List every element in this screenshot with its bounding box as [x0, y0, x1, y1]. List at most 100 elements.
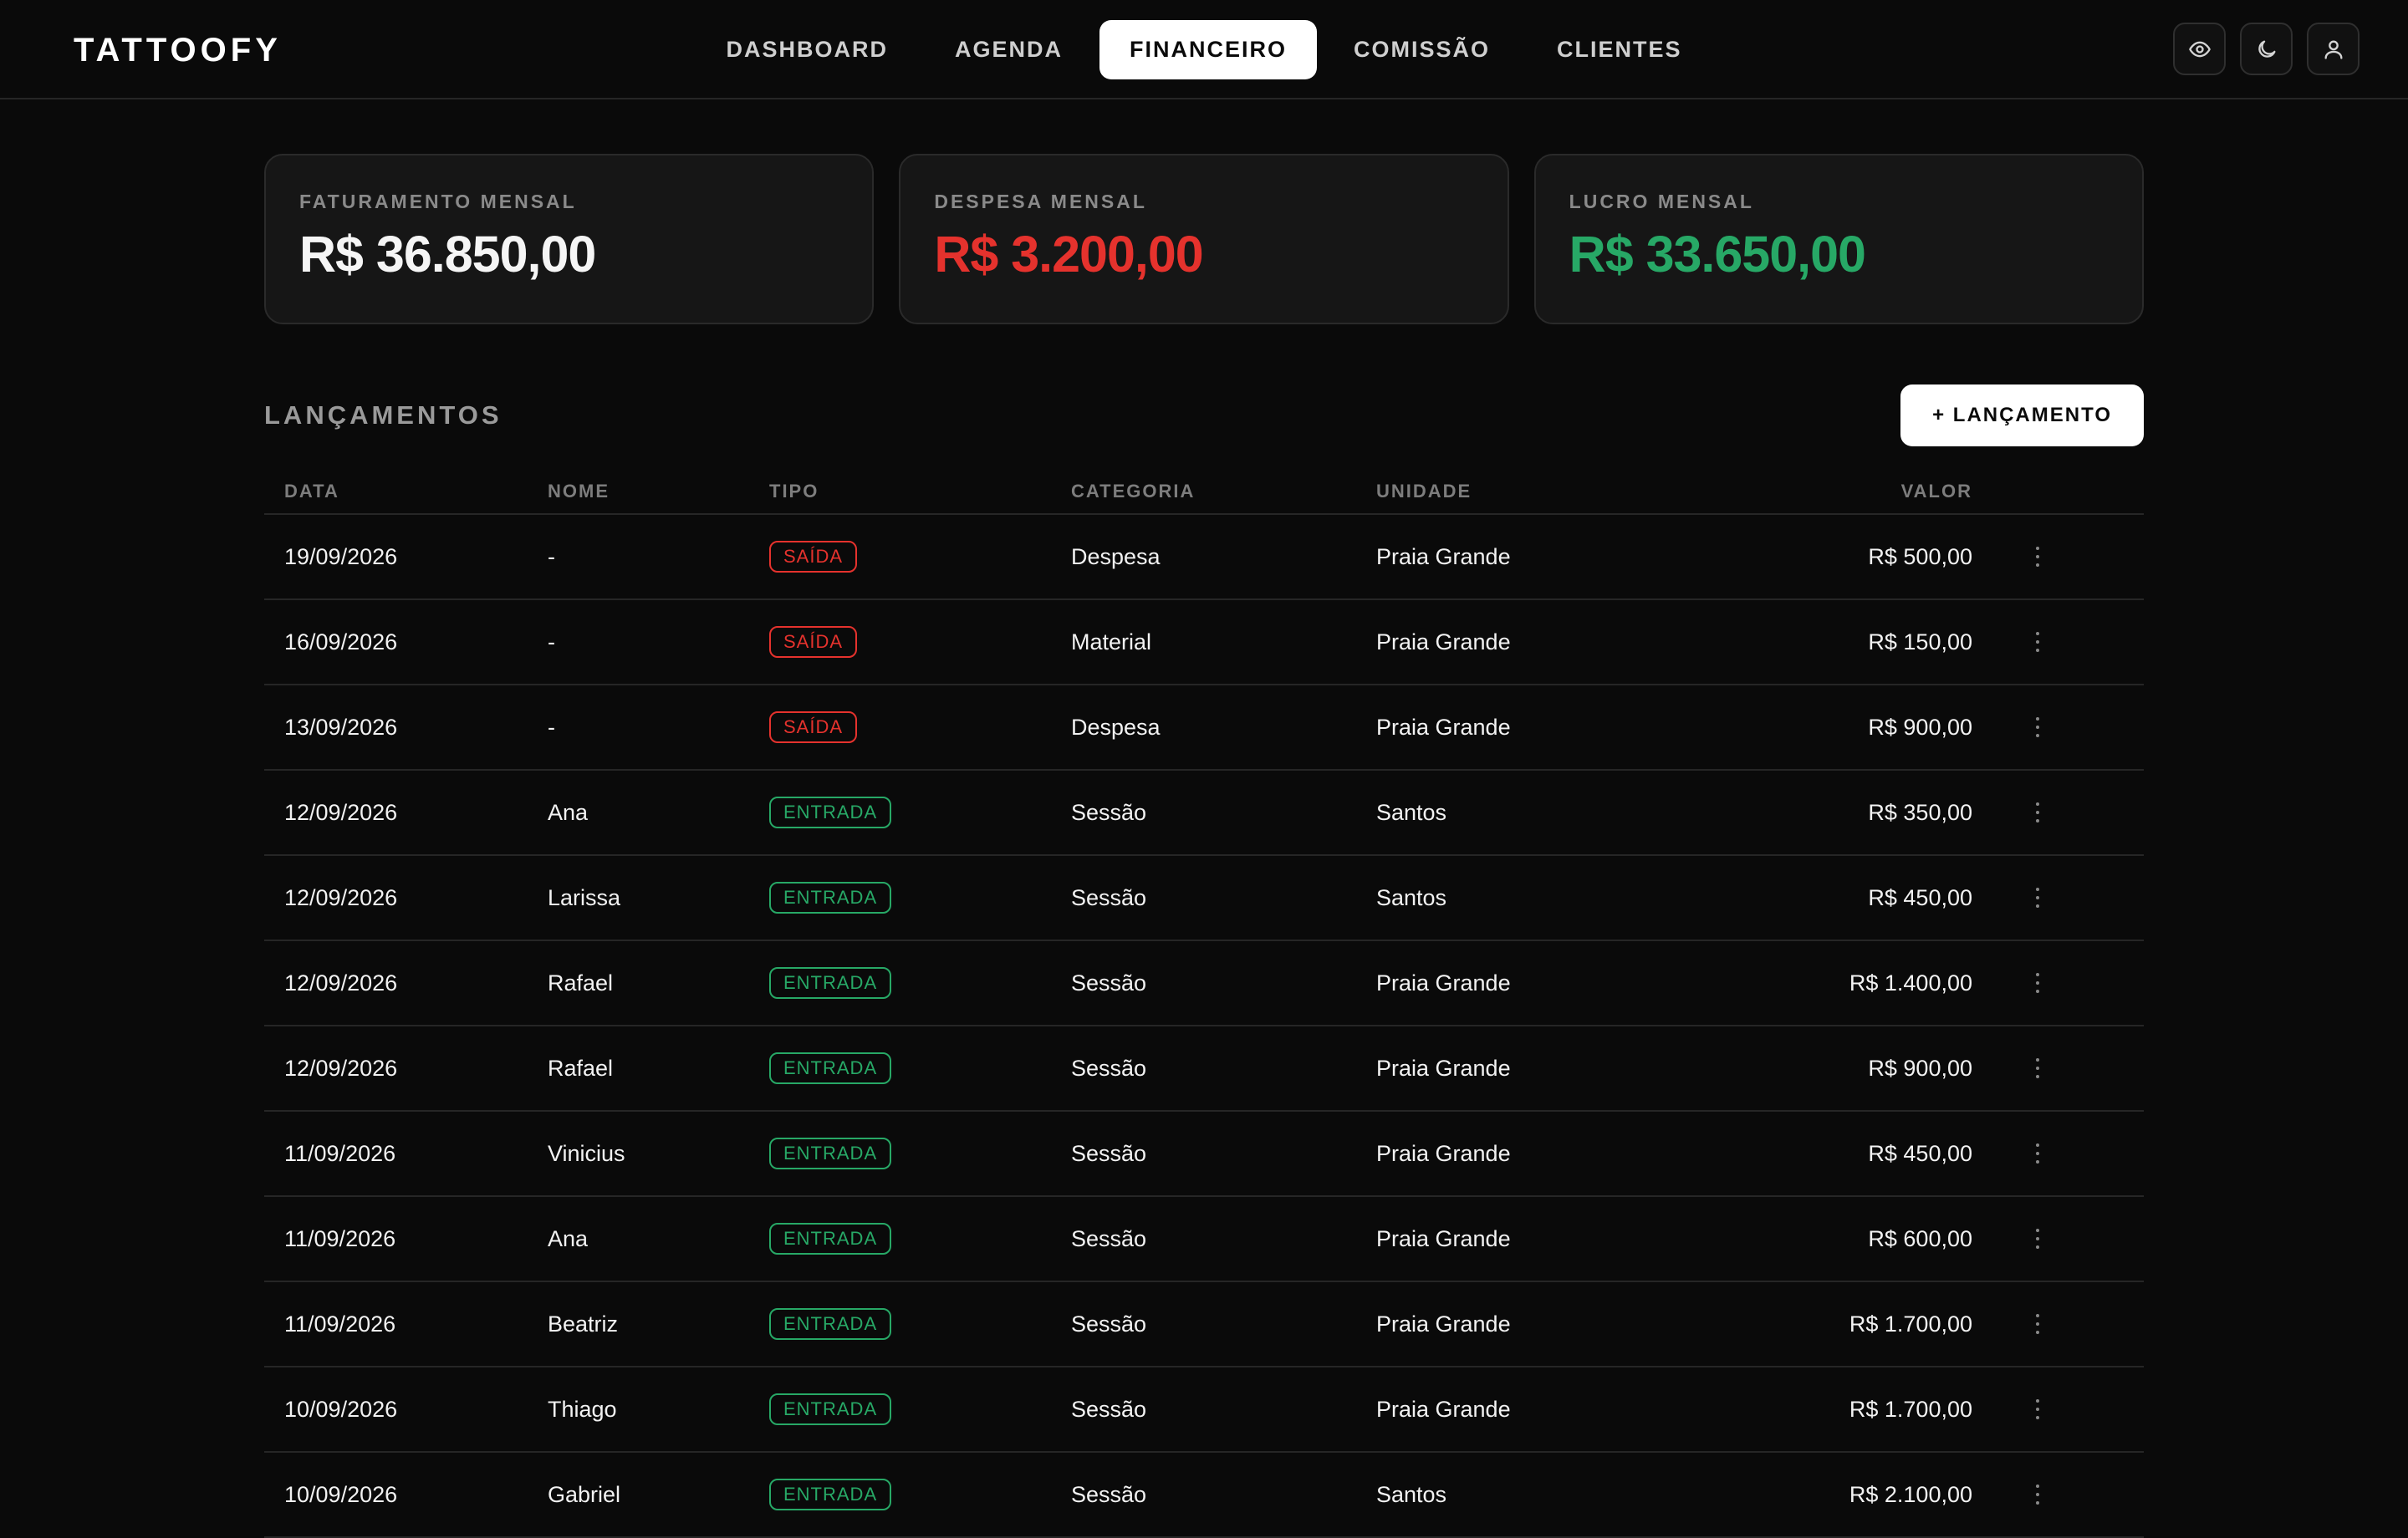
type-badge: ENTRADA [769, 1308, 892, 1340]
type-badge: ENTRADA [769, 1393, 892, 1425]
cell-actions [1972, 1481, 2144, 1508]
cell-unit: Santos [1376, 884, 1447, 910]
table-row[interactable]: 12/09/2026 Rafael ENTRADA Sessão Praia Grand… [264, 941, 2144, 1026]
more-options-icon[interactable] [2029, 543, 2046, 570]
cell-type: ENTRADA [769, 1138, 1071, 1169]
nav-agenda[interactable]: AGENDA [925, 20, 1093, 79]
more-options-icon[interactable] [2029, 1225, 2046, 1252]
revenue-card: FATURAMENTO MENSAL R$ 36.850,00 [264, 154, 875, 324]
revenue-label: FATURAMENTO MENSAL [299, 191, 577, 212]
cell-value: R$ 450,00 [1868, 884, 1972, 910]
cell-value: R$ 1.400,00 [1849, 970, 1972, 996]
more-options-icon[interactable] [2029, 629, 2046, 655]
table-body: 19/09/2026 - SAÍDA Despesa Praia Grande R$ 50… [264, 515, 2144, 1538]
cell-actions [1972, 543, 2144, 570]
cell-type: ENTRADA [769, 797, 1071, 828]
cell-name: Vinicius [548, 1140, 625, 1166]
type-badge: SAÍDA [769, 626, 858, 658]
user-icon [2324, 40, 2342, 59]
visibility-toggle-button[interactable] [2173, 23, 2226, 75]
table-row[interactable]: 11/09/2026 Vinicius ENTRADA Sessão Praia Gra… [264, 1112, 2144, 1197]
more-options-icon[interactable] [2029, 1481, 2046, 1508]
table-row[interactable]: 12/09/2026 Ana ENTRADA Sessão Santos R$ 350,0… [264, 771, 2144, 856]
cell-name: Gabriel [548, 1481, 621, 1507]
more-options-icon[interactable] [2029, 1140, 2046, 1167]
cell-category: Sessão [1071, 799, 1147, 825]
type-badge: ENTRADA [769, 1479, 892, 1510]
type-badge: ENTRADA [769, 797, 892, 828]
more-options-icon[interactable] [2029, 970, 2046, 996]
cell-unit: Praia Grande [1376, 1311, 1511, 1337]
cell-date: 11/09/2026 [284, 1311, 396, 1337]
nav-clientes[interactable]: CLIENTES [1527, 20, 1712, 79]
cell-type: ENTRADA [769, 1308, 1071, 1340]
nav-financeiro[interactable]: FINANCEIRO [1099, 20, 1317, 79]
cell-category: Despesa [1071, 543, 1161, 569]
cell-name: Ana [548, 799, 589, 825]
type-badge: ENTRADA [769, 882, 892, 914]
col-date[interactable]: DATA [264, 481, 548, 502]
table-row[interactable]: 10/09/2026 Gabriel ENTRADA Sessão Santos R$ 2… [264, 1453, 2144, 1538]
col-type[interactable]: TIPO [769, 481, 1071, 502]
cell-type: ENTRADA [769, 1393, 1071, 1425]
cell-actions [1972, 1225, 2144, 1252]
main-nav: DASHBOARD AGENDA FINANCEIRO COMISSÃO CLI… [0, 20, 2408, 79]
table-row[interactable]: 12/09/2026 Rafael ENTRADA Sessão Praia Grand… [264, 1026, 2144, 1112]
add-entry-button[interactable]: + LANÇAMENTO [1900, 384, 2144, 446]
moon-icon [2258, 40, 2275, 58]
cell-actions [1972, 970, 2144, 996]
col-name[interactable]: NOME [548, 481, 769, 502]
col-value[interactable]: VALOR [1778, 481, 1972, 502]
more-options-icon[interactable] [2029, 799, 2046, 826]
nav-dashboard[interactable]: DASHBOARD [696, 20, 918, 79]
profit-value: R$ 33.650,00 [1569, 226, 1866, 283]
more-options-icon[interactable] [2029, 714, 2046, 741]
cell-name: Thiago [548, 1396, 617, 1422]
table-row[interactable]: 10/09/2026 Thiago ENTRADA Sessão Praia Grand… [264, 1367, 2144, 1453]
revenue-value: R$ 36.850,00 [299, 226, 596, 283]
cell-type: ENTRADA [769, 882, 1071, 914]
col-unit[interactable]: UNIDADE [1376, 481, 1778, 502]
cell-category: Sessão [1071, 970, 1147, 996]
table-row[interactable]: 16/09/2026 - SAÍDA Material Praia Grande R$ 1… [264, 600, 2144, 685]
table-row[interactable]: 13/09/2026 - SAÍDA Despesa Praia Grande R$ 90… [264, 685, 2144, 771]
cell-category: Sessão [1071, 884, 1147, 910]
cell-name: - [548, 714, 555, 740]
cell-value: R$ 1.700,00 [1849, 1396, 1972, 1422]
summary-cards: FATURAMENTO MENSAL R$ 36.850,00 DESPESA … [264, 154, 2144, 324]
type-badge: ENTRADA [769, 1138, 892, 1169]
more-options-icon[interactable] [2029, 1311, 2046, 1337]
cell-name: Larissa [548, 884, 621, 910]
cell-value: R$ 500,00 [1868, 543, 1972, 569]
more-options-icon[interactable] [2029, 1055, 2046, 1082]
entries-header: LANÇAMENTOS + LANÇAMENTO [264, 384, 2144, 446]
cell-type: SAÍDA [769, 711, 1071, 743]
table-row[interactable]: 19/09/2026 - SAÍDA Despesa Praia Grande R$ 50… [264, 515, 2144, 600]
cell-name: Ana [548, 1225, 589, 1251]
type-badge: SAÍDA [769, 541, 858, 573]
type-badge: ENTRADA [769, 1223, 892, 1255]
table-row[interactable]: 11/09/2026 Ana ENTRADA Sessão Praia Grande R$… [264, 1197, 2144, 1282]
more-options-icon[interactable] [2029, 884, 2046, 911]
cell-type: ENTRADA [769, 1479, 1071, 1510]
cell-value: R$ 2.100,00 [1849, 1481, 1972, 1507]
cell-actions [1972, 1396, 2144, 1423]
type-badge: ENTRADA [769, 967, 892, 999]
table-row[interactable]: 12/09/2026 Larissa ENTRADA Sessão Santos R$ 4… [264, 856, 2144, 941]
user-menu-button[interactable] [2307, 23, 2360, 75]
cell-category: Sessão [1071, 1311, 1147, 1337]
cell-actions [1972, 1140, 2144, 1167]
more-options-icon[interactable] [2029, 1396, 2046, 1423]
col-category[interactable]: CATEGORIA [1071, 481, 1376, 502]
cell-value: R$ 150,00 [1868, 629, 1972, 654]
nav-comissao[interactable]: COMISSÃO [1324, 20, 1520, 79]
eye-icon [2188, 41, 2211, 57]
cell-date: 19/09/2026 [284, 543, 398, 569]
cell-name: - [548, 629, 555, 654]
table-header: DATA NOME TIPO CATEGORIA UNIDADE VALOR [264, 470, 2144, 515]
cell-category: Sessão [1071, 1140, 1147, 1166]
expense-label: DESPESA MENSAL [934, 191, 1147, 212]
cell-name: Beatriz [548, 1311, 619, 1337]
theme-toggle-button[interactable] [2240, 23, 2293, 75]
table-row[interactable]: 11/09/2026 Beatriz ENTRADA Sessão Praia Gran… [264, 1282, 2144, 1367]
